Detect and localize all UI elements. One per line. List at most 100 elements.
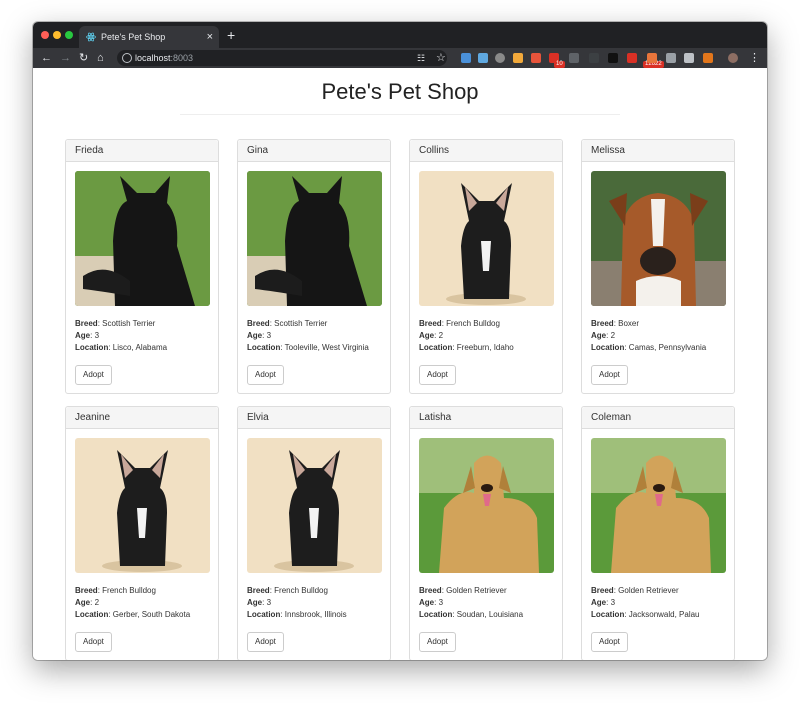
- pet-photo: [247, 438, 382, 573]
- breed-label: Breed: [419, 586, 442, 595]
- extension-icon[interactable]: [608, 53, 618, 63]
- pet-name: Melissa: [582, 140, 734, 162]
- pet-age: 3: [438, 598, 444, 607]
- avatar[interactable]: [728, 53, 738, 63]
- url-host: localhost: [135, 53, 171, 63]
- browser-toolbar: ← → ↻ ⌂ localhost:8003 ☷ ☆ 10 12622 ⋮: [33, 48, 767, 68]
- menu-icon[interactable]: ⋮: [749, 48, 760, 68]
- breed-label: Breed: [591, 319, 614, 328]
- extension-icon[interactable]: [478, 53, 488, 63]
- adopt-button[interactable]: Adopt: [419, 365, 456, 385]
- adopt-button[interactable]: Adopt: [247, 365, 284, 385]
- pet-breed: French Bulldog: [274, 586, 328, 595]
- info-icon[interactable]: [122, 53, 132, 63]
- close-tab-icon[interactable]: ×: [207, 26, 213, 48]
- pet-card: Latisha Breed: Golden Retriever Age: 3 L…: [409, 406, 563, 660]
- adopt-button[interactable]: Adopt: [591, 365, 628, 385]
- location-label: Location: [419, 610, 453, 619]
- tab-bar: Pete's Pet Shop × +: [33, 22, 767, 48]
- pet-age: 3: [610, 598, 616, 607]
- pet-location: Soudan, Louisiana: [456, 610, 524, 619]
- page-content: Pete's Pet Shop Frieda Breed: Scottish T…: [33, 68, 767, 660]
- pet-photo: [591, 438, 726, 573]
- pet-photo: [419, 171, 554, 306]
- age-label: Age: [247, 331, 263, 340]
- pet-card: Frieda Breed: Scottish Terrier Age: 3 Lo…: [65, 139, 219, 394]
- pet-photo: [591, 171, 726, 306]
- pet-age: 3: [94, 331, 100, 340]
- close-window-button[interactable]: [41, 31, 49, 39]
- home-icon[interactable]: ⌂: [97, 48, 104, 68]
- adopt-button[interactable]: Adopt: [591, 632, 628, 652]
- pet-breed: French Bulldog: [446, 319, 500, 328]
- pet-age: 2: [94, 598, 100, 607]
- url-port: :8003: [170, 53, 194, 63]
- tab-pets[interactable]: Pete's Pet Shop ×: [79, 26, 219, 48]
- age-label: Age: [591, 331, 607, 340]
- page-title: Pete's Pet Shop: [321, 79, 479, 104]
- location-label: Location: [419, 343, 453, 352]
- pet-breed: Scottish Terrier: [102, 319, 156, 328]
- pet-age: 2: [438, 331, 444, 340]
- pet-card: Melissa Breed: Boxer Age: 2 Location: Ca…: [581, 139, 735, 394]
- location-label: Location: [75, 610, 109, 619]
- pet-details: Breed: Golden Retriever Age: 3 Location:…: [419, 586, 524, 619]
- extension-icon[interactable]: [647, 53, 657, 63]
- pet-location: Freeburn, Idaho: [456, 343, 514, 352]
- pet-details: Breed: French Bulldog Age: 2 Location: F…: [419, 319, 514, 352]
- pet-age: 3: [266, 598, 272, 607]
- maximize-window-button[interactable]: [65, 31, 73, 39]
- extension-badge: 10: [554, 61, 565, 68]
- adopt-button[interactable]: Adopt: [75, 365, 112, 385]
- translate-icon[interactable]: ☷: [417, 48, 425, 68]
- address-bar[interactable]: localhost:8003: [117, 50, 447, 66]
- pet-photo: [247, 171, 382, 306]
- pet-breed: Boxer: [618, 319, 640, 328]
- breed-label: Breed: [75, 319, 98, 328]
- pet-card: Elvia Breed: French Bulldog Age: 3 Locat…: [237, 406, 391, 660]
- age-label: Age: [247, 598, 263, 607]
- pet-location: Lisco, Alabama: [112, 343, 168, 352]
- extension-icon[interactable]: [531, 53, 541, 63]
- extension-icon[interactable]: [513, 53, 523, 63]
- pet-name: Jeanine: [66, 407, 218, 429]
- breed-label: Breed: [419, 319, 442, 328]
- new-tab-button[interactable]: +: [227, 24, 235, 46]
- location-label: Location: [75, 343, 109, 352]
- pet-location: Camas, Pennsylvania: [628, 343, 707, 352]
- pet-name: Frieda: [66, 140, 218, 162]
- pet-photo: [75, 438, 210, 573]
- pet-breed: Golden Retriever: [618, 586, 679, 595]
- extension-icon[interactable]: [589, 53, 599, 63]
- extension-icon[interactable]: [495, 53, 505, 63]
- pet-location: Innsbrook, Illinois: [284, 610, 347, 619]
- extension-icon[interactable]: [684, 53, 694, 63]
- browser-window: Pete's Pet Shop × + ← → ↻ ⌂ localhost:80…: [33, 22, 767, 660]
- pet-age: 2: [610, 331, 616, 340]
- extension-icon[interactable]: [666, 53, 676, 63]
- pet-name: Elvia: [238, 407, 390, 429]
- age-label: Age: [75, 598, 91, 607]
- minimize-window-button[interactable]: [53, 31, 61, 39]
- pet-details: Breed: Scottish Terrier Age: 3 Location:…: [247, 319, 369, 352]
- pet-card: Collins Breed: French Bulldog Age: 2 Loc…: [409, 139, 563, 394]
- pet-location: Gerber, South Dakota: [112, 610, 191, 619]
- extension-icon[interactable]: [461, 53, 471, 63]
- pet-photo: [75, 171, 210, 306]
- forward-icon[interactable]: →: [60, 48, 71, 68]
- back-icon[interactable]: ←: [41, 48, 52, 68]
- breed-label: Breed: [247, 586, 270, 595]
- star-icon[interactable]: ☆: [436, 48, 446, 68]
- gmail-icon[interactable]: [627, 53, 637, 63]
- adopt-button[interactable]: Adopt: [247, 632, 284, 652]
- extension-icon[interactable]: [569, 53, 579, 63]
- pet-breed: Scottish Terrier: [274, 319, 328, 328]
- metamask-icon[interactable]: [703, 53, 713, 63]
- adopt-button[interactable]: Adopt: [75, 632, 112, 652]
- age-label: Age: [419, 598, 435, 607]
- pet-location: Jacksonwald, Palau: [628, 610, 700, 619]
- adopt-button[interactable]: Adopt: [419, 632, 456, 652]
- pet-photo: [419, 438, 554, 573]
- pet-card: Coleman Breed: Golden Retriever Age: 3 L…: [581, 406, 735, 660]
- reload-icon[interactable]: ↻: [79, 48, 88, 68]
